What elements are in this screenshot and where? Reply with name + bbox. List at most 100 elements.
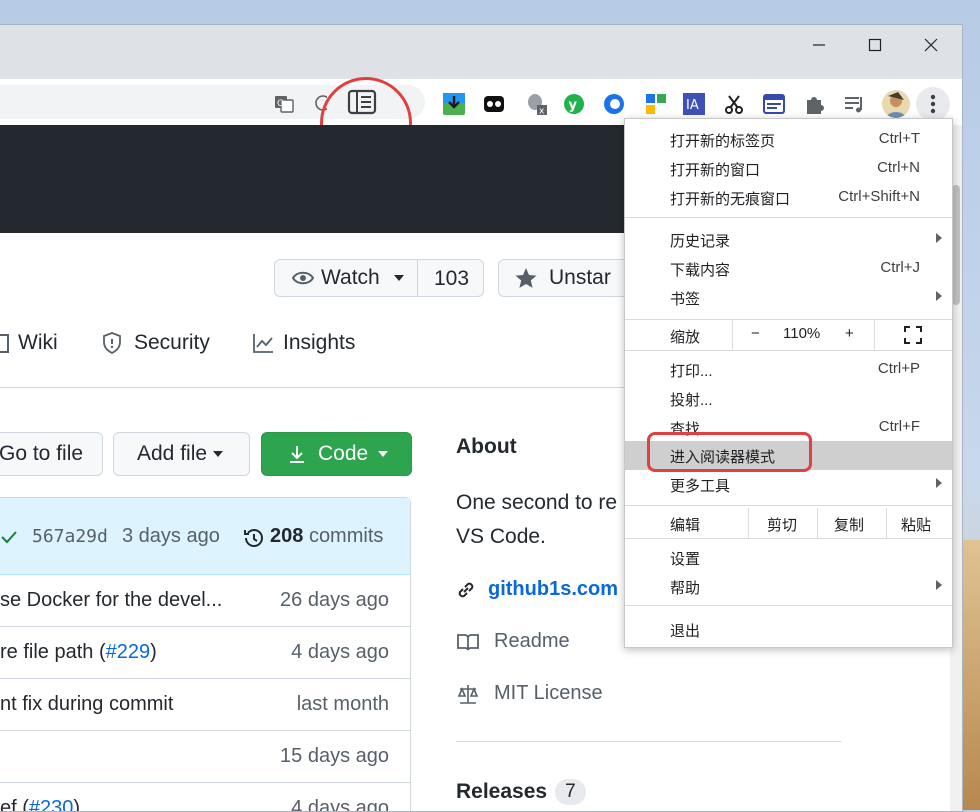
- watch-button-group: Watch 103: [274, 259, 484, 297]
- about-description-line2: VS Code.: [456, 525, 546, 548]
- zoom-in-button[interactable]: +: [845, 325, 854, 342]
- law-scale-icon: [457, 684, 479, 704]
- menu-shortcut: Ctrl+Shift+N: [838, 188, 920, 205]
- zoom-out-button[interactable]: −: [751, 325, 760, 342]
- edit-divider: [748, 508, 749, 538]
- file-row[interactable]: se Docker for the devel... 26 days ago: [0, 575, 411, 626]
- menu-item-print[interactable]: 打印... Ctrl+P: [625, 355, 952, 384]
- tab-security[interactable]: Security: [102, 331, 210, 355]
- menu-separator: [625, 605, 952, 606]
- menu-item-new-window[interactable]: 打开新的窗口 Ctrl+N: [625, 154, 952, 183]
- menu-shortcut: Ctrl+P: [877, 360, 920, 377]
- file-row[interactable]: ef (#230) 4 days ago: [0, 782, 411, 811]
- commits-link[interactable]: 208 commits: [270, 525, 383, 548]
- book-icon: [0, 334, 9, 353]
- menu-item-settings[interactable]: 设置: [625, 543, 952, 572]
- tab-wiki-label: Wiki: [18, 331, 58, 354]
- translate-icon[interactable]: G: [274, 93, 294, 113]
- menu-label: 书签: [670, 291, 701, 308]
- ia-extension-icon[interactable]: IA: [682, 92, 706, 116]
- watch-label: Watch: [321, 266, 380, 289]
- cloud-extension-icon[interactable]: [602, 92, 626, 116]
- highlight-box: [647, 432, 812, 472]
- browser-window: G x y 19 IA Watch 103: [0, 24, 963, 812]
- file-row[interactable]: re file path (#229) 4 days ago: [0, 626, 411, 677]
- check-icon: [1, 531, 17, 544]
- chrome-menu-button[interactable]: [916, 87, 950, 121]
- watch-button[interactable]: Watch: [275, 260, 417, 296]
- menu-shortcut: Ctrl+J: [880, 259, 920, 276]
- menu-label: 缩放: [670, 329, 701, 346]
- paste-button[interactable]: 粘贴: [901, 514, 931, 535]
- commit-message[interactable]: nt fix during commit: [0, 693, 173, 716]
- profile-avatar[interactable]: [882, 90, 910, 118]
- svg-text:x: x: [539, 107, 545, 117]
- submenu-arrow-icon: [936, 580, 942, 590]
- menu-label: 打开新的标签页: [670, 133, 776, 150]
- graph-icon: [253, 334, 273, 353]
- go-to-file-label: Go to file: [0, 442, 84, 465]
- releases-header[interactable]: Releases 7: [456, 779, 586, 805]
- media-queue-icon[interactable]: [842, 92, 866, 116]
- watch-count[interactable]: 103: [434, 267, 469, 291]
- readme-link[interactable]: Readme: [456, 630, 570, 653]
- menu-item-more-tools[interactable]: 更多工具: [625, 470, 952, 499]
- menu-label: 设置: [670, 551, 701, 568]
- extensions-puzzle-icon[interactable]: [802, 92, 826, 116]
- menu-item-help[interactable]: 帮助: [625, 572, 952, 601]
- copy-button[interactable]: 复制: [834, 514, 864, 535]
- minimize-button[interactable]: [791, 25, 847, 65]
- menu-label: 历史记录: [670, 233, 731, 250]
- file-list-box: 567a29d 3 days ago 208 commits se Docker…: [0, 497, 411, 811]
- mask-extension-icon[interactable]: [482, 92, 506, 116]
- menu-item-cast[interactable]: 投射...: [625, 384, 952, 413]
- commit-age: 3 days ago: [122, 525, 220, 547]
- ghost-extension-icon[interactable]: x: [524, 92, 548, 116]
- tab-security-label: Security: [134, 331, 210, 354]
- commit-age: 4 days ago: [291, 641, 389, 663]
- website-url: github1s.com: [488, 578, 619, 600]
- menu-label: 打印...: [670, 363, 713, 380]
- chrome-main-menu: 打开新的标签页 Ctrl+T 打开新的窗口 Ctrl+N 打开新的无痕窗口 Ctrl+…: [624, 118, 953, 648]
- menu-item-history[interactable]: 历史记录: [625, 225, 952, 254]
- commit-hash[interactable]: 567a29d: [32, 526, 108, 547]
- zoom-divider: [874, 320, 875, 350]
- window-extension-icon[interactable]: [762, 92, 786, 116]
- y-extension-icon[interactable]: y: [562, 92, 586, 116]
- commit-message[interactable]: re file path (#229): [0, 641, 157, 664]
- book-open-icon: [457, 633, 479, 650]
- scrollbar-thumb[interactable]: [952, 185, 960, 305]
- tab-insights[interactable]: Insights: [252, 331, 355, 355]
- repo-tabs: Wiki Security Insights: [0, 331, 420, 371]
- go-to-file-button[interactable]: Go to file: [0, 432, 103, 476]
- zoom-divider: [732, 320, 733, 350]
- file-row[interactable]: 15 days ago: [0, 730, 411, 781]
- file-row[interactable]: nt fix during commit last month: [0, 678, 411, 729]
- menu-item-downloads[interactable]: 下载内容 Ctrl+J: [625, 254, 952, 283]
- menu-item-incognito[interactable]: 打开新的无痕窗口 Ctrl+Shift+N: [625, 183, 952, 212]
- tab-wiki[interactable]: Wiki: [0, 331, 58, 355]
- caret-down-icon: [378, 451, 389, 457]
- download-extension-icon[interactable]: [442, 92, 466, 116]
- menu-label: 编辑: [670, 517, 701, 534]
- menu-item-new-tab[interactable]: 打开新的标签页 Ctrl+T: [625, 125, 952, 154]
- code-button[interactable]: Code: [261, 432, 412, 476]
- maximize-button[interactable]: [847, 25, 903, 65]
- fullscreen-icon[interactable]: [904, 326, 922, 344]
- menu-item-bookmarks[interactable]: 书签: [625, 283, 952, 312]
- unstar-button[interactable]: Unstar: [498, 259, 638, 297]
- cut-button[interactable]: 剪切: [767, 514, 797, 535]
- close-window-button[interactable]: [903, 25, 959, 65]
- menu-label: 打开新的窗口: [670, 162, 761, 179]
- commit-message[interactable]: se Docker for the devel...: [0, 589, 222, 612]
- menu-item-exit[interactable]: 退出: [625, 615, 952, 644]
- apps-extension-icon[interactable]: [644, 92, 668, 116]
- website-link[interactable]: github1s.com: [456, 578, 618, 601]
- add-file-button[interactable]: Add file: [113, 432, 250, 476]
- sidebar-divider: [456, 741, 841, 742]
- caret-down-icon: [393, 275, 404, 281]
- license-link[interactable]: MIT License: [456, 682, 603, 705]
- title-bar: [0, 25, 962, 79]
- scissors-icon[interactable]: [722, 92, 746, 116]
- tab-insights-label: Insights: [283, 331, 356, 354]
